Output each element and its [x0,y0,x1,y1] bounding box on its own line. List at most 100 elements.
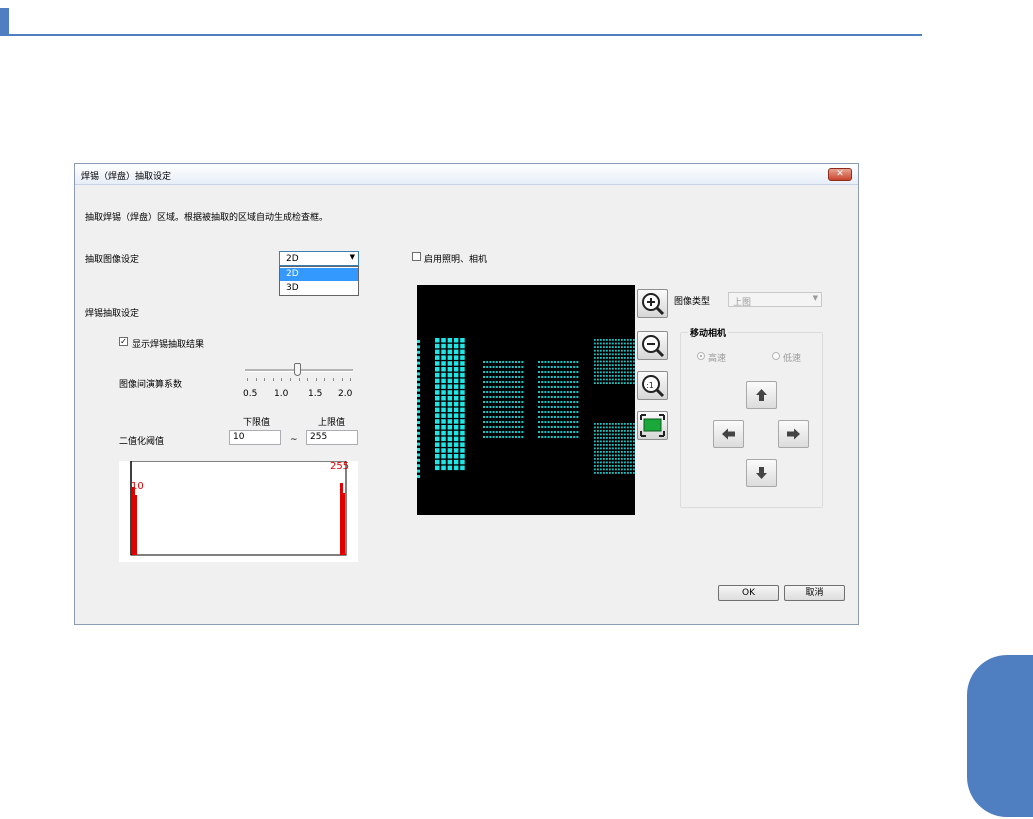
solder-pad [547,391,550,393]
solder-pad [453,407,459,413]
upper-limit-input[interactable]: 255 [306,430,358,445]
ok-button[interactable]: OK [718,585,779,601]
solder-pad [435,367,440,372]
solder-pad [538,406,540,408]
solder-pad [603,371,605,374]
lower-limit-input[interactable]: 10 [229,430,281,445]
solder-pad [618,371,620,374]
solder-pad [460,367,465,372]
slider-tick [281,378,283,381]
zoom-out-button[interactable] [637,331,668,360]
solder-pad [550,431,553,433]
solder-pad [502,396,505,398]
solder-pad [597,371,599,374]
solder-pad [566,386,569,388]
solder-pad [609,472,611,474]
show-result-checkbox[interactable]: ✓ [119,337,128,346]
solder-pad [453,361,459,366]
solder-pad [618,461,620,464]
move-camera-legend: 移动相机 [688,326,729,339]
solder-pad [630,444,632,446]
solder-pad [606,342,608,345]
move-left-button[interactable] [713,420,744,448]
caret-down-icon: ▼ [349,253,355,261]
image-type-label: 图像类型 [674,297,711,307]
solder-pad [541,381,544,383]
solder-pad [618,375,620,377]
solder-pad [547,381,550,383]
solder-pad [499,371,501,373]
solder-pad [483,421,485,423]
camera-image-view[interactable] [417,285,635,515]
solder-pad [489,426,492,428]
solder-pad [502,416,505,418]
solder-pad [492,401,495,403]
image-type-select[interactable]: 上图 ▼ [728,292,822,308]
solder-pad [630,433,632,436]
solder-pad [495,426,498,428]
zoom-in-button[interactable] [637,289,668,318]
solder-pad [603,437,605,439]
solder-pad [563,391,566,393]
solder-pad [630,451,632,453]
solder-pad [460,401,465,407]
solder-pad [560,421,563,423]
solder-pad [609,430,611,432]
solder-pad [606,451,608,453]
solder-pad [483,381,485,383]
solder-pad [544,361,547,363]
solder-pad [606,357,608,359]
low-speed-radio[interactable] [772,352,780,360]
solder-pad [609,364,611,366]
solder-pad [594,454,596,457]
solder-pad [502,431,505,433]
solder-pad [447,338,453,343]
cancel-button[interactable]: 取消 [784,585,845,601]
solder-pad [515,371,517,373]
solder-pad [603,472,605,474]
enable-lighting-checkbox[interactable] [412,252,421,261]
title-bar: 焊锡（焊盘）抽取设定 ✕ [75,164,858,185]
fit-screen-button[interactable] [637,411,668,440]
solder-pad [624,433,626,436]
solder-pad [627,339,629,341]
close-icon: ✕ [836,169,844,179]
solder-pad [618,451,620,453]
solder-pad [508,401,511,403]
fit-screen-icon [640,414,665,437]
solder-pad [633,360,635,363]
solder-pad [441,372,446,378]
solder-pad [447,413,453,418]
zoom-actual-button[interactable]: :1 [637,371,668,400]
solder-pad [600,433,602,436]
solder-pad [447,361,453,366]
solder-pad [618,357,620,359]
solder-pad [518,436,521,438]
solder-pad [441,425,446,430]
extract-image-select[interactable]: 2D ▼ [279,251,359,266]
dropdown-option-3d[interactable]: 3D [280,282,358,295]
move-up-button[interactable] [746,381,777,409]
solder-pad [566,391,569,393]
solder-pad [618,367,620,370]
solder-pad [417,469,420,473]
solder-pad [627,364,629,366]
high-speed-radio[interactable] [697,352,705,360]
solder-pad [630,458,632,460]
solder-pad [557,371,560,373]
close-button[interactable]: ✕ [828,168,852,181]
solder-pad [547,376,550,378]
move-down-button[interactable] [746,459,777,487]
solder-pad [417,431,420,435]
move-right-button[interactable] [778,420,809,448]
solder-pad [609,378,611,381]
solder-pad [594,451,596,453]
solder-pad [573,381,576,383]
solder-pad [594,423,596,425]
dropdown-option-2d[interactable]: 2D [280,268,358,281]
coef-slider-thumb[interactable] [293,363,301,376]
solder-pad [624,461,626,464]
solder-pad [603,440,605,443]
solder-pad [603,430,605,432]
solder-pad [557,401,560,403]
